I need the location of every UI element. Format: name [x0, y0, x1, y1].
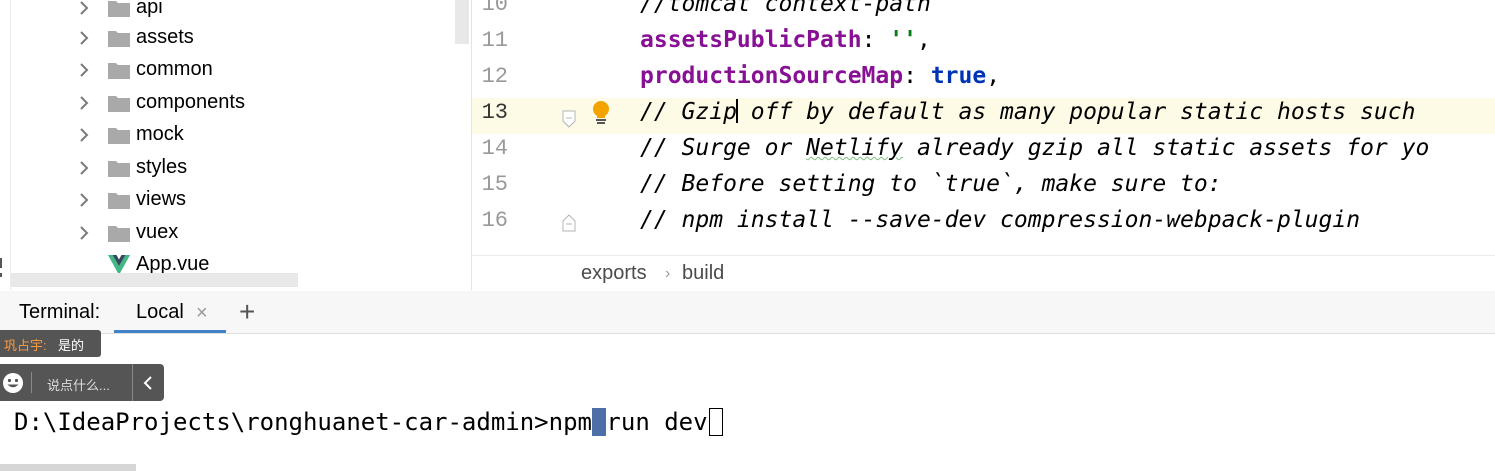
chat-input-bar[interactable]: 说点什么... — [0, 364, 164, 401]
code-text: assetsPublicPath: '', — [640, 27, 931, 53]
line-number: 10 — [481, 0, 508, 17]
tree-item-styles[interactable]: styles — [0, 152, 460, 184]
tree-item-label: assets — [136, 26, 194, 48]
folder-icon — [108, 226, 130, 242]
close-tab-icon[interactable]: × — [196, 302, 208, 325]
prompt-text: D:\IdeaProjects\ronghuanet-car-admin>npm — [14, 408, 592, 436]
tree-item-label: views — [136, 188, 187, 210]
line-number: 11 — [481, 28, 508, 53]
code-line[interactable]: 16 // npm install --save-dev compression… — [472, 206, 1495, 242]
folder-icon — [108, 63, 130, 79]
divider — [132, 364, 133, 401]
code-line-current[interactable]: 13 // Gzip off by default as many popula… — [472, 98, 1495, 134]
tree-item-views[interactable]: views — [0, 184, 460, 216]
breadcrumb-item-exports[interactable]: exports — [581, 262, 647, 285]
text-selection — [591, 408, 607, 436]
add-tab-button[interactable]: + — [239, 296, 255, 328]
prompt-command: run dev — [606, 408, 708, 436]
divider — [31, 372, 32, 393]
tree-item-label: vuex — [136, 221, 179, 243]
chat-input[interactable]: 说点什么... — [47, 375, 110, 394]
comment-username: 巩占宇: — [4, 338, 47, 353]
chevron-right-icon[interactable] — [76, 62, 92, 78]
vue-file-icon — [108, 255, 130, 275]
line-number: 13 — [481, 100, 508, 125]
breadcrumb-item-build[interactable]: build — [682, 262, 724, 285]
code-line[interactable]: 14 // Surge or Netlify already gzip all … — [472, 134, 1495, 170]
chevron-left-icon[interactable] — [141, 374, 155, 392]
folder-icon — [108, 161, 130, 177]
line-number: 14 — [481, 136, 508, 161]
breadcrumb-separator: › — [665, 265, 671, 282]
code-text: //tomcat context-path — [640, 0, 931, 17]
code-editor[interactable]: 10 //tomcat context-path 11 assetsPublic… — [472, 0, 1495, 255]
project-tree-panel: api assets common components mock styles… — [0, 0, 472, 290]
terminal-header: Terminal: Local × + — [0, 291, 1495, 334]
code-line[interactable]: 10 //tomcat context-path — [472, 0, 1495, 26]
chevron-right-icon[interactable] — [76, 30, 92, 46]
tree-item-label: styles — [136, 156, 188, 178]
code-line[interactable]: 15 // Before setting to `true`, make sur… — [472, 170, 1495, 206]
line-number: 16 — [481, 208, 508, 233]
line-number: 12 — [481, 64, 508, 89]
chevron-right-icon[interactable] — [76, 225, 92, 241]
terminal-title: Terminal: — [19, 301, 101, 323]
folder-icon — [108, 1, 130, 17]
active-tab-indicator — [114, 330, 226, 333]
side-marker — [0, 273, 2, 277]
line-number: 15 — [481, 172, 508, 197]
terminal-horizontal-scrollbar[interactable] — [0, 464, 136, 471]
tree-item-label: common — [136, 58, 213, 80]
side-marker — [0, 258, 2, 268]
danmaku-comment: 巩占宇: 是的 — [0, 330, 101, 357]
tree-horizontal-scrollbar[interactable] — [11, 273, 298, 287]
tree-vertical-scrollbar[interactable] — [455, 0, 469, 44]
tree-item-label: components — [136, 91, 245, 113]
folder-icon — [108, 128, 130, 144]
code-text: // Surge or Netlify already gzip all sta… — [640, 135, 1430, 161]
spellcheck-underline: Netlify — [806, 135, 904, 161]
tree-item-label: api — [136, 0, 163, 18]
lightbulb-icon[interactable] — [590, 100, 612, 126]
tree-item-vuex[interactable]: vuex — [0, 217, 460, 249]
code-text: // Before setting to `true`, make sure t… — [640, 171, 1222, 197]
chevron-right-icon[interactable] — [76, 127, 92, 143]
chevron-right-icon[interactable] — [76, 95, 92, 111]
chevron-right-icon[interactable] — [76, 160, 92, 176]
code-line[interactable]: 12 productionSourceMap: true, — [472, 62, 1495, 98]
fold-end-icon[interactable] — [562, 110, 576, 128]
tab-local[interactable]: Local × — [114, 291, 226, 333]
tree-item-mock[interactable]: mock — [0, 119, 460, 151]
tree-item-assets[interactable]: assets — [0, 22, 460, 54]
folder-icon — [108, 193, 130, 209]
comment-message: 是的 — [58, 338, 85, 353]
code-text: productionSourceMap: true, — [640, 63, 1001, 89]
tree-item-label: mock — [136, 123, 184, 145]
emoji-icon[interactable] — [2, 372, 24, 394]
code-text: // Gzip off by default as many popular s… — [640, 99, 1416, 125]
folder-icon — [108, 31, 130, 47]
code-line[interactable]: 11 assetsPublicPath: '', — [472, 26, 1495, 62]
folder-icon — [108, 96, 130, 112]
tree-item-common[interactable]: common — [0, 54, 460, 86]
chevron-right-icon[interactable] — [76, 192, 92, 208]
fold-start-icon[interactable] — [562, 214, 576, 232]
terminal-cursor — [708, 408, 723, 436]
breadcrumb: exports › build — [472, 255, 1495, 292]
chevron-right-icon[interactable] — [76, 0, 92, 16]
tree-item-components[interactable]: components — [0, 87, 460, 119]
tree-item-api[interactable]: api — [0, 0, 460, 24]
code-text: // npm install --save-dev compression-we… — [640, 207, 1361, 233]
terminal-prompt[interactable]: D:\IdeaProjects\ronghuanet-car-admin>npm… — [14, 408, 723, 436]
terminal-body[interactable]: D:\IdeaProjects\ronghuanet-car-admin>npm… — [0, 334, 1495, 471]
tab-label: Local — [136, 301, 184, 323]
